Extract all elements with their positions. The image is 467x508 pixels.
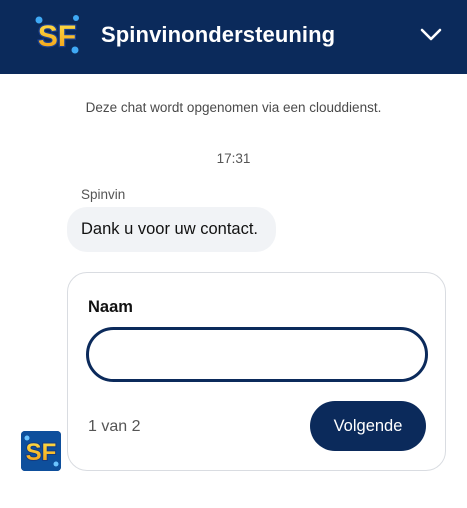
name-field-label: Naam [88, 298, 133, 316]
chat-widget: SF Spinvinondersteuning Deze chat wordt … [0, 0, 467, 508]
chevron-down-icon [420, 28, 442, 41]
message-text: Dank u voor uw contact. [81, 220, 259, 238]
message-bubble: Dank u voor uw contact. [67, 207, 277, 252]
recording-notice: Deze chat wordt opgenomen via een cloudd… [0, 100, 467, 115]
header-title: Spinvinondersteuning [101, 22, 336, 47]
step-indicator: 1 van 2 [88, 418, 141, 435]
sf-logo-icon: SF [33, 12, 81, 56]
name-form-card: Naam 1 van 2 Volgende [67, 272, 446, 471]
svg-text:SF: SF [38, 20, 76, 53]
agent-avatar: SF [21, 431, 61, 471]
recording-notice-text: Deze chat wordt opgenomen via een cloudd… [85, 100, 382, 115]
next-button[interactable]: Volgende [310, 401, 426, 451]
sender-name: Spinvin [81, 187, 126, 202]
message-timestamp: 17:31 [216, 151, 251, 166]
svg-text:SF: SF [26, 439, 57, 466]
collapse-button[interactable] [416, 22, 446, 48]
sf-logo-icon: SF [21, 431, 61, 471]
name-input[interactable] [86, 327, 428, 382]
chat-header: SF Spinvinondersteuning [0, 0, 467, 74]
